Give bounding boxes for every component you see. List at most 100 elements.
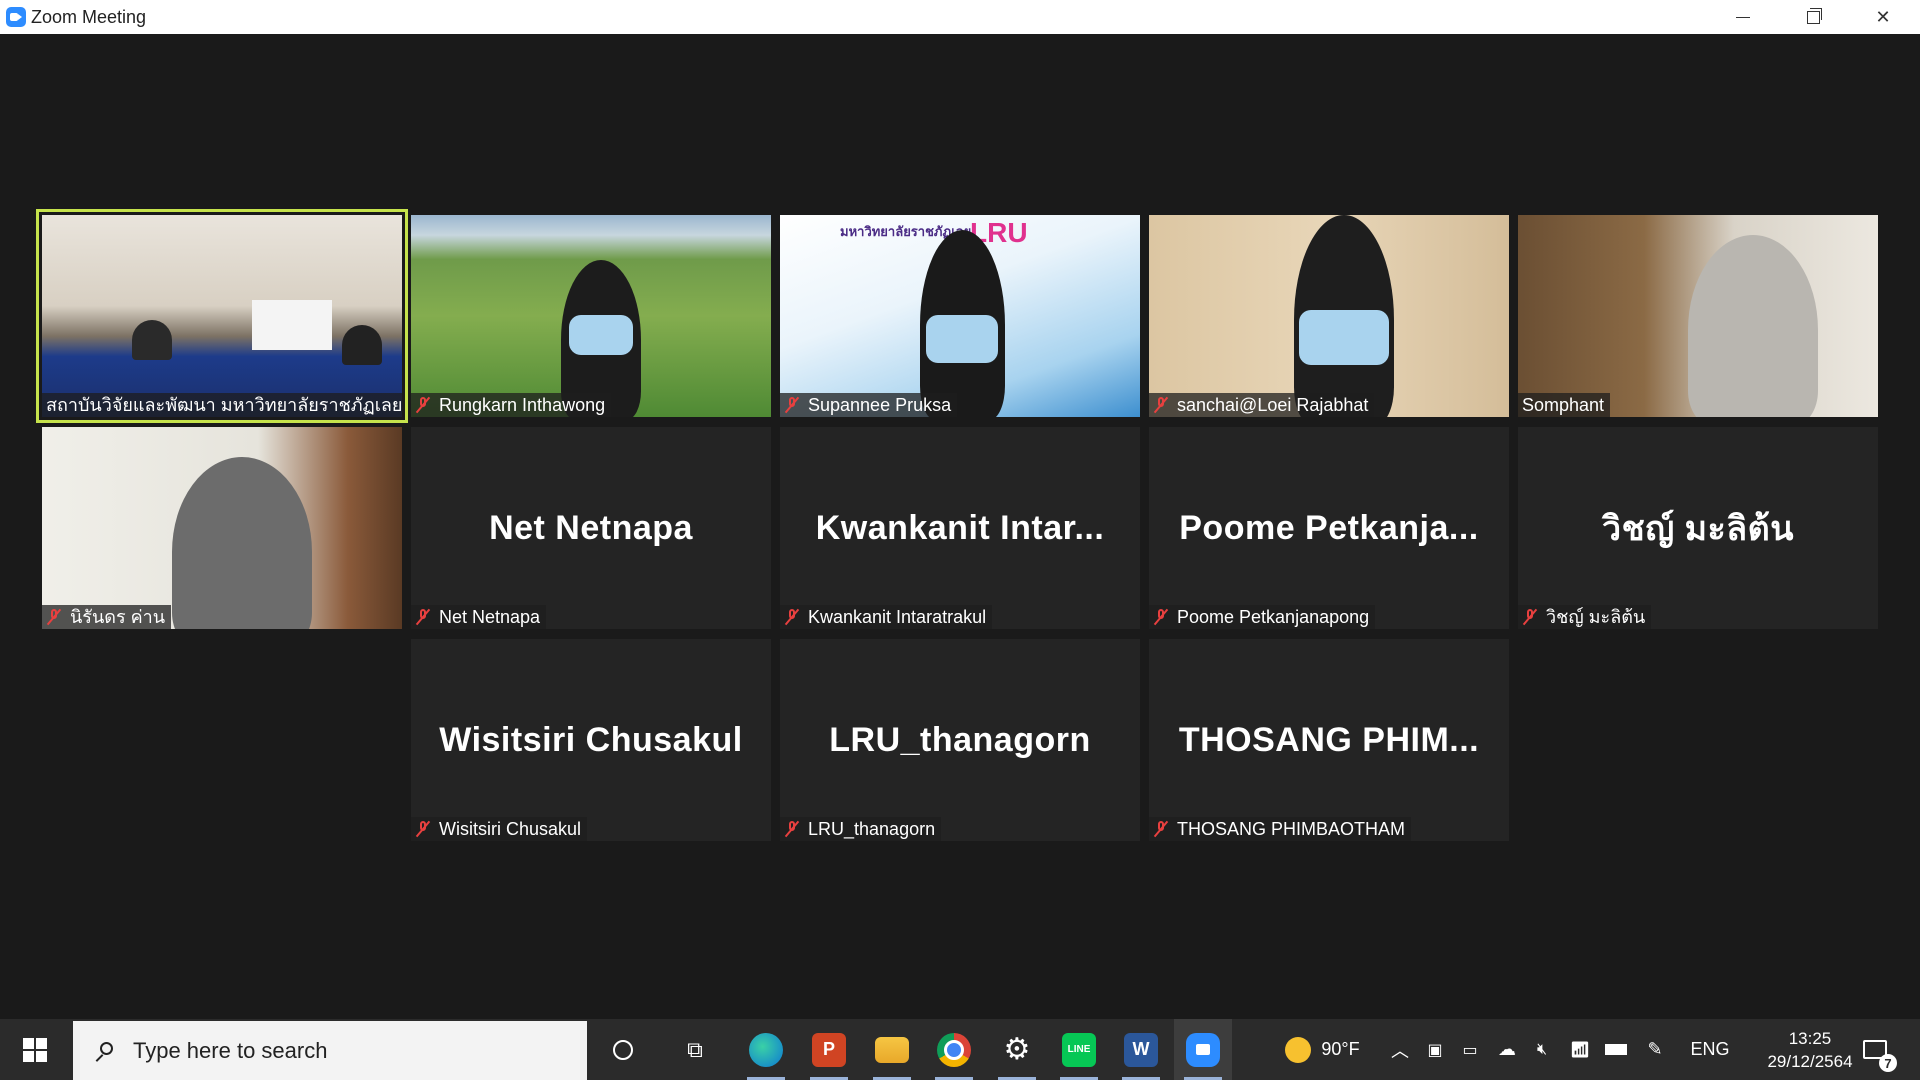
participant-label: Kwankanit Intaratrakul <box>780 605 993 629</box>
mic-muted-icon <box>1153 608 1169 626</box>
participant-name: LRU_thanagorn <box>808 819 936 839</box>
line-button[interactable]: LINE <box>1050 1019 1108 1080</box>
participant-label: Wisitsiri Chusakul <box>411 817 588 841</box>
participant-tile[interactable]: Kwankanit Intar... Kwankanit Intaratraku… <box>780 427 1140 629</box>
participant-tile[interactable]: นิรันดร ค่าน <box>42 427 402 629</box>
close-button[interactable]: ✕ <box>1848 0 1918 34</box>
powerpoint-button[interactable]: P <box>800 1019 858 1080</box>
settings-icon: ⚙ <box>1003 1033 1031 1066</box>
mic-muted-icon <box>784 396 800 414</box>
mic-muted-icon <box>415 820 431 838</box>
participant-tile[interactable]: Somphant <box>1518 215 1878 417</box>
language-indicator[interactable]: ENG <box>1680 1019 1740 1080</box>
participant-label: นิรันดร ค่าน <box>42 605 172 629</box>
zoom-button[interactable] <box>1174 1019 1232 1080</box>
word-button[interactable]: W <box>1112 1019 1170 1080</box>
chrome-button[interactable] <box>925 1019 983 1080</box>
meet-now-icon: ▣ <box>1427 1041 1443 1059</box>
participant-tile[interactable]: Net Netnapa Net Netnapa <box>411 427 771 629</box>
participant-name: Net Netnapa <box>439 607 541 627</box>
weather-sun-icon <box>1285 1036 1312 1063</box>
participant-tile[interactable]: sanchai@Loei Rajabhat <box>1149 215 1509 417</box>
edge-button[interactable] <box>737 1019 795 1080</box>
line-icon: LINE <box>1062 1032 1096 1067</box>
volume-button[interactable]: 🔇︎ <box>1527 1019 1557 1080</box>
participant-label: Net Netnapa <box>411 605 547 629</box>
participant-label: LRU_thanagorn <box>780 817 942 841</box>
powerpoint-icon: P <box>812 1032 846 1067</box>
pen-button[interactable]: ✎ <box>1640 1019 1670 1080</box>
network-button[interactable]: 📶︎ <box>1565 1019 1595 1080</box>
participant-tile[interactable]: Rungkarn Inthawong <box>411 215 771 417</box>
participant-display-name: Net Netnapa <box>489 508 693 547</box>
gallery-view: สถาบันวิจัยและพัฒนา มหาวิทยาลัยราชภัฏเลย… <box>0 34 1920 1019</box>
participant-tile[interactable]: Poome Petkanja... Poome Petkanjanapong <box>1149 427 1509 629</box>
participant-display-name: Poome Petkanja... <box>1179 508 1479 547</box>
participant-label: สถาบันวิจัยและพัฒนา มหาวิทยาลัยราชภัฏเลย <box>42 393 402 417</box>
mic-muted-icon <box>1153 820 1169 838</box>
participant-name: Poome Petkanjanapong <box>1177 607 1370 627</box>
battery-button[interactable] <box>1600 1019 1632 1080</box>
participant-tile[interactable]: สถาบันวิจัยและพัฒนา มหาวิทยาลัยราชภัฏเลย <box>36 209 408 423</box>
video-feed <box>1149 215 1509 417</box>
participant-tile[interactable]: Wisitsiri Chusakul Wisitsiri Chusakul <box>411 639 771 841</box>
clock-date: 29/12/2564 <box>1767 1051 1853 1071</box>
video-feed <box>411 215 771 417</box>
mic-muted-icon <box>415 608 431 626</box>
display-icon: ▭ <box>1462 1041 1478 1059</box>
participant-label: THOSANG PHIMBAOTHAM <box>1149 817 1412 841</box>
file-explorer-icon <box>875 1036 909 1063</box>
participant-display-name: Kwankanit Intar... <box>815 508 1105 547</box>
meet-now-button[interactable]: ▣ <box>1420 1019 1450 1080</box>
video-feed <box>1518 215 1878 417</box>
video-feed <box>42 215 402 417</box>
onedrive-cloud-icon: ☁ <box>1498 1039 1516 1059</box>
start-button[interactable] <box>0 1019 70 1080</box>
participant-display-name: LRU_thanagorn <box>829 720 1091 759</box>
wifi-icon: 📶︎ <box>1569 1041 1591 1059</box>
language-label: ENG <box>1690 1039 1730 1059</box>
participant-tile[interactable]: มหาวิทยาลัยราชภัฏเลย LRU Supannee Pruksa <box>780 215 1140 417</box>
participant-display-name: Wisitsiri Chusakul <box>439 720 743 759</box>
notification-center-button[interactable]: 7 <box>1845 1019 1905 1080</box>
participant-name: sanchai@Loei Rajabhat <box>1177 395 1369 415</box>
zoom-icon <box>1186 1032 1220 1067</box>
taskbar-search[interactable] <box>73 1021 587 1080</box>
close-icon: ✕ <box>1875 6 1891 27</box>
participant-name: THOSANG PHIMBAOTHAM <box>1177 819 1406 839</box>
mic-muted-icon <box>784 820 800 838</box>
participant-label: Supannee Pruksa <box>780 393 958 417</box>
show-hidden-icons-button[interactable]: ︿ <box>1385 1019 1415 1080</box>
cortana-button[interactable] <box>598 1019 648 1080</box>
participant-label: Rungkarn Inthawong <box>411 393 612 417</box>
task-view-button[interactable]: ⧉ <box>670 1019 720 1080</box>
pen-icon: ✎ <box>1647 1039 1663 1059</box>
display-tray-button[interactable]: ▭ <box>1455 1019 1485 1080</box>
participant-tile[interactable]: วิชญ์ มะลิต้น วิชญ์ มะลิต้น <box>1518 427 1878 629</box>
clock-time: 13:25 <box>1788 1028 1832 1048</box>
title-bar: Zoom Meeting ✕ <box>0 0 1920 34</box>
notification-icon: 7 <box>1863 1040 1897 1072</box>
participant-tile[interactable]: THOSANG PHIM... THOSANG PHIMBAOTHAM <box>1149 639 1509 841</box>
participant-label: sanchai@Loei Rajabhat <box>1149 393 1375 417</box>
search-input[interactable] <box>131 1036 535 1065</box>
participant-tile[interactable]: LRU_thanagorn LRU_thanagorn <box>780 639 1140 841</box>
settings-button[interactable]: ⚙ <box>988 1019 1046 1080</box>
participant-label: วิชญ์ มะลิต้น <box>1518 605 1652 629</box>
restore-button[interactable] <box>1778 0 1848 34</box>
mic-muted-icon <box>784 608 800 626</box>
mic-muted-icon <box>46 608 62 626</box>
search-icon <box>95 1041 113 1060</box>
mic-muted-icon <box>1522 608 1538 626</box>
weather-widget[interactable]: 90°F <box>1275 1019 1370 1080</box>
windows-logo-icon <box>23 1037 47 1062</box>
participant-name: วิชญ์ มะลิต้น <box>1546 607 1646 627</box>
file-explorer-button[interactable] <box>863 1019 921 1080</box>
windows-taskbar: ⧉ P ⚙ LINE W 90°F ︿ ▣ ▭ ☁ 🔇︎ 📶︎ ✎ ENG 1 <box>0 1019 1920 1080</box>
participant-name: Somphant <box>1522 395 1605 415</box>
minimize-button[interactable] <box>1708 0 1778 34</box>
mic-muted-icon <box>415 396 431 414</box>
window-title: Zoom Meeting <box>31 7 147 27</box>
onedrive-button[interactable]: ☁ <box>1492 1019 1522 1080</box>
participant-name: Wisitsiri Chusakul <box>439 819 582 839</box>
